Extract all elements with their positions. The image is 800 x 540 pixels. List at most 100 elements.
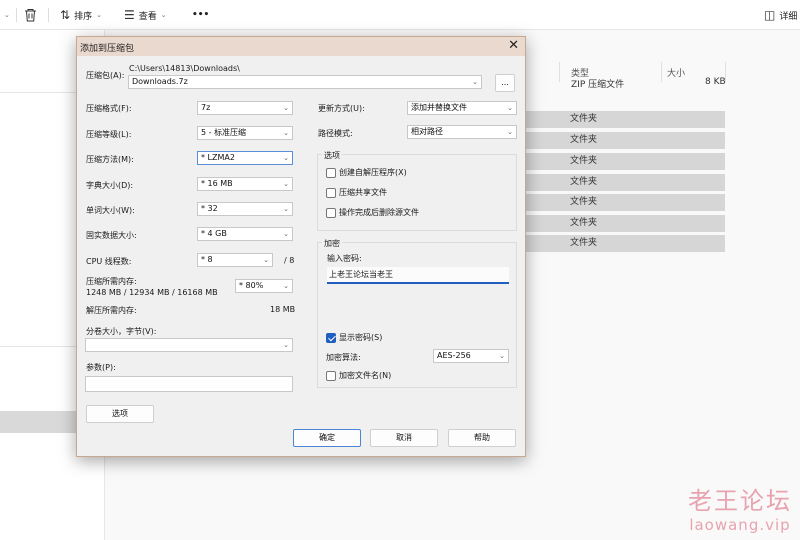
details-button[interactable]: ◫ 详细 (764, 6, 797, 24)
decompress-memory-value: 18 MB (270, 305, 296, 314)
shared-files-checkbox-label: 压缩共享文件 (339, 188, 387, 197)
delete-after-checkbox-label: 操作完成后删除源文件 (339, 208, 419, 217)
word-select[interactable]: * 32 ⌄ (197, 202, 293, 216)
delete-after-checkbox[interactable]: 操作完成后删除源文件 (326, 207, 419, 218)
encryption-method-label: 加密算法: (326, 353, 361, 362)
delete-button[interactable] (24, 6, 37, 24)
solid-select[interactable]: * 4 GB ⌄ (197, 227, 293, 241)
archive-name-combobox[interactable]: Downloads.7z ⌄ (128, 75, 482, 89)
level-select[interactable]: 5 - 标准压缩 ⌄ (197, 126, 293, 140)
format-select[interactable]: 7z ⌄ (197, 101, 293, 115)
details-pane-icon: ◫ (764, 8, 776, 22)
path-mode-value: 相对路径 (411, 127, 443, 136)
sort-icon: ⇅ (60, 8, 71, 22)
ok-button[interactable]: 确定 (293, 429, 361, 447)
chevron-down-icon: ⌄ (507, 104, 513, 112)
path-mode-select[interactable]: 相对路径 ⌄ (407, 125, 517, 139)
sfx-checkbox[interactable]: 创建自解压程序(X) (326, 167, 407, 178)
split-label: 分卷大小，字节(V): (86, 327, 157, 336)
chevron-down-icon: ⌄ (499, 352, 505, 360)
update-select[interactable]: 添加并替换文件 ⌄ (407, 101, 517, 115)
method-value: * LZMA2 (201, 153, 235, 162)
chevron-down-icon: ⌄ (160, 11, 167, 19)
toolbar-separator (48, 8, 49, 22)
format-value: 7z (201, 103, 211, 112)
show-password-checkbox[interactable]: 显示密码(S) (326, 332, 382, 343)
memory-percent-value: * 80% (239, 281, 264, 290)
method-select[interactable]: * LZMA2 ⌄ (197, 151, 293, 165)
update-label: 更新方式(U): (318, 104, 365, 113)
chevron-down-icon: ⌄ (283, 129, 289, 137)
file-size-cell: 8 KB (705, 77, 726, 87)
chevron-down-icon: ⌄ (472, 78, 478, 86)
password-label: 输入密码: (327, 254, 362, 263)
word-label: 单词大小(W): (86, 206, 135, 215)
chevron-down-icon: ⌄ (283, 104, 289, 112)
cpu-select[interactable]: * 8 ⌄ (197, 253, 273, 267)
chevron-down-icon: ⌄ (283, 154, 289, 162)
column-divider[interactable] (559, 62, 560, 82)
checkbox-checked-icon (326, 332, 336, 343)
cpu-total: / 8 (284, 256, 295, 265)
options-group-title: 选项 (322, 150, 342, 161)
chevron-down-icon: ⌄ (283, 230, 289, 238)
show-password-label: 显示密码(S) (339, 333, 383, 342)
view-label: 查看 (138, 11, 157, 22)
sort-label: 排序 (74, 11, 93, 22)
shared-files-checkbox[interactable]: 压缩共享文件 (326, 187, 387, 198)
encrypt-names-checkbox[interactable]: 加密文件名(N) (326, 370, 391, 381)
cpu-value: * 8 (201, 255, 213, 264)
column-header-size[interactable]: 大小 (667, 66, 685, 79)
watermark-cn: 老王论坛 (688, 487, 792, 515)
browse-button[interactable]: ... (495, 74, 515, 92)
password-input[interactable]: 上老王论坛当老王 (327, 267, 509, 284)
options-button[interactable]: 选项 (86, 405, 154, 423)
chevron-down-icon: ⌄ (283, 205, 289, 213)
encryption-method-select[interactable]: AES-256 ⌄ (433, 349, 509, 363)
close-icon[interactable]: ✕ (508, 38, 519, 53)
solid-value: * 4 GB (201, 229, 227, 238)
update-value: 添加并替换文件 (411, 103, 467, 112)
cancel-button[interactable]: 取消 (370, 429, 438, 447)
archive-label: 压缩包(A): (86, 71, 125, 80)
toolbar-separator (16, 8, 17, 22)
solid-label: 固实数据大小: (86, 231, 137, 240)
watermark: 老王论坛 laowang.vip (688, 481, 792, 534)
encrypt-names-label: 加密文件名(N) (339, 371, 392, 380)
memory-percent-select[interactable]: * 80% ⌄ (235, 279, 293, 293)
view-button[interactable]: ☰ 查看 ⌄ (124, 6, 167, 24)
details-label: 详细 (779, 11, 798, 22)
dict-select[interactable]: * 16 MB ⌄ (197, 177, 293, 191)
sort-button[interactable]: ⇅ 排序 ⌄ (60, 6, 102, 24)
help-button[interactable]: 帮助 (448, 429, 516, 447)
memory-label: 压缩所需内存: (86, 277, 137, 286)
dialog-title: 添加到压缩包 (80, 44, 135, 54)
format-label: 压缩格式(F): (86, 104, 132, 113)
chevron-down-icon: ⌄ (263, 256, 269, 264)
dict-value: * 16 MB (201, 179, 233, 188)
chevron-down-icon: ⌄ (283, 282, 289, 290)
chevron-down-icon: ⌄ (283, 341, 289, 349)
encryption-group-title: 加密 (322, 238, 342, 249)
checkbox-unchecked-icon (326, 207, 336, 218)
chevron-down-icon: ⌄ (507, 128, 513, 136)
archive-name-value: Downloads.7z (132, 77, 188, 86)
chevron-down-icon: ⌄ (283, 180, 289, 188)
level-label: 压缩等级(L): (86, 130, 132, 139)
split-combobox[interactable]: ⌄ (85, 338, 293, 352)
dialog-titlebar[interactable]: 添加到压缩包 ✕ (77, 37, 525, 56)
checkbox-unchecked-icon (326, 167, 336, 178)
archive-path: C:\Users\14813\Downloads\ (129, 64, 240, 73)
view-list-icon: ☰ (124, 8, 135, 22)
method-label: 压缩方法(M): (86, 155, 134, 164)
memory-detail: 1248 MB / 12934 MB / 16168 MB (86, 288, 218, 297)
trash-icon (25, 9, 36, 22)
chevron-down-icon[interactable]: ⌄ (4, 6, 10, 24)
checkbox-unchecked-icon (326, 370, 336, 381)
more-button[interactable]: ••• (192, 6, 209, 24)
word-value: * 32 (201, 204, 218, 213)
file-type-cell: ZIP 压缩文件 (571, 80, 625, 90)
column-divider[interactable] (661, 62, 662, 82)
checkbox-unchecked-icon (326, 187, 336, 198)
params-input[interactable] (85, 376, 293, 392)
